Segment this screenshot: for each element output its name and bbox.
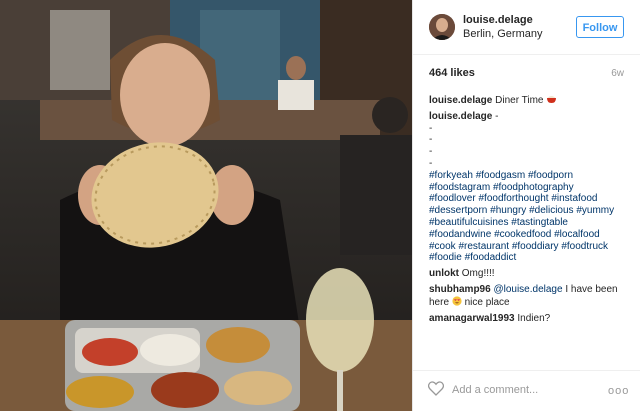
comment-text: Indien? — [517, 312, 551, 324]
avatar[interactable] — [429, 14, 455, 40]
hashtag-link[interactable]: #tastingtable — [511, 217, 568, 228]
comment: shubhamp96 @louise.delage I have been he… — [429, 284, 629, 309]
comments-list: louise.delage Diner Time louise.delage -… — [429, 94, 629, 324]
caption-comment: louise.delage Diner Time — [429, 94, 629, 107]
hashtag-link[interactable]: #localfood — [554, 229, 600, 240]
hashtag-link[interactable]: #foodie — [429, 252, 462, 263]
hashtag-link[interactable]: #foodandwine — [429, 229, 491, 240]
hashtag-link[interactable]: #fooddiary — [512, 241, 559, 252]
post-header: louise.delage Berlin, Germany Follow — [413, 0, 640, 55]
comment-text: - — [495, 110, 499, 122]
comment-line: - — [429, 157, 433, 169]
avatar-image — [429, 14, 455, 40]
hashtag-link[interactable]: #cook — [429, 241, 456, 252]
comment-line: - — [429, 146, 433, 158]
comment-username[interactable]: amanagarwal1993 — [429, 313, 515, 324]
comment-line: - — [429, 122, 433, 134]
likes-count[interactable]: 464 likes — [429, 67, 475, 79]
hashtag-link[interactable]: #foodgasm — [476, 170, 525, 181]
hashtag-link[interactable]: #foodphotography — [493, 182, 574, 193]
post-sidebar: louise.delage Berlin, Germany Follow 464… — [412, 0, 640, 411]
hashtag-comment: louise.delage - — [429, 111, 629, 123]
hashtag-link[interactable]: #restaurant — [458, 241, 509, 252]
add-comment-input[interactable]: Add a comment... — [452, 384, 538, 396]
comment-username[interactable]: louise.delage — [429, 95, 492, 106]
comment-text: Diner Time — [495, 95, 544, 106]
post-time-ago: 6w — [611, 68, 624, 79]
comment-username[interactable]: unlokt — [429, 268, 459, 279]
hashtag-link[interactable]: #yummy — [576, 205, 614, 216]
comment: amanagarwal1993 Indien? — [429, 313, 629, 325]
hashtag-link[interactable]: #dessertporn — [429, 205, 487, 216]
hashtag-link[interactable]: #beautifulcuisines — [429, 217, 509, 228]
hashtag-link[interactable]: #delicious — [529, 205, 573, 216]
photo-illustration — [0, 0, 412, 411]
comment-line: - — [429, 134, 433, 146]
hashtag-link[interactable]: #cookedfood — [494, 229, 551, 240]
post-author-username[interactable]: louise.delage — [463, 14, 533, 26]
post-photo[interactable] — [0, 0, 412, 411]
heart-eyes-emoji-icon — [452, 296, 465, 308]
comment-text: nice place — [464, 296, 510, 308]
hashtag-link[interactable]: #foodaddict — [465, 252, 517, 263]
heart-icon[interactable] — [427, 381, 445, 401]
comment-username[interactable]: shubhamp96 — [429, 284, 491, 295]
follow-button[interactable]: Follow — [576, 16, 624, 38]
hashtag-link[interactable]: #foodforthought — [478, 193, 548, 204]
bowl-emoji-icon — [546, 95, 557, 106]
hashtag-link[interactable]: #foodporn — [528, 170, 573, 181]
hashtag-link[interactable]: #foodstagram — [429, 182, 490, 193]
post-location[interactable]: Berlin, Germany — [463, 28, 542, 40]
more-options-icon[interactable]: ooo — [608, 385, 629, 397]
mention-link[interactable]: @louise.delage — [493, 284, 562, 295]
hashtag-block: #forkyeah #foodgasm #foodporn #foodstagr… — [429, 170, 629, 264]
comment-bar: Add a comment... ooo — [413, 370, 640, 412]
comment-username[interactable]: louise.delage — [429, 111, 492, 122]
hashtag-link[interactable]: #foodtruck — [561, 241, 608, 252]
hashtag-link[interactable]: #forkyeah — [429, 170, 473, 181]
comment-text: Omg!!!! — [461, 268, 495, 280]
hashtag-link[interactable]: #instafood — [551, 193, 597, 204]
hashtag-link[interactable]: #foodlover — [429, 193, 476, 204]
hashtag-link[interactable]: #hungry — [490, 205, 526, 216]
comment: unlokt Omg!!!! — [429, 268, 629, 280]
